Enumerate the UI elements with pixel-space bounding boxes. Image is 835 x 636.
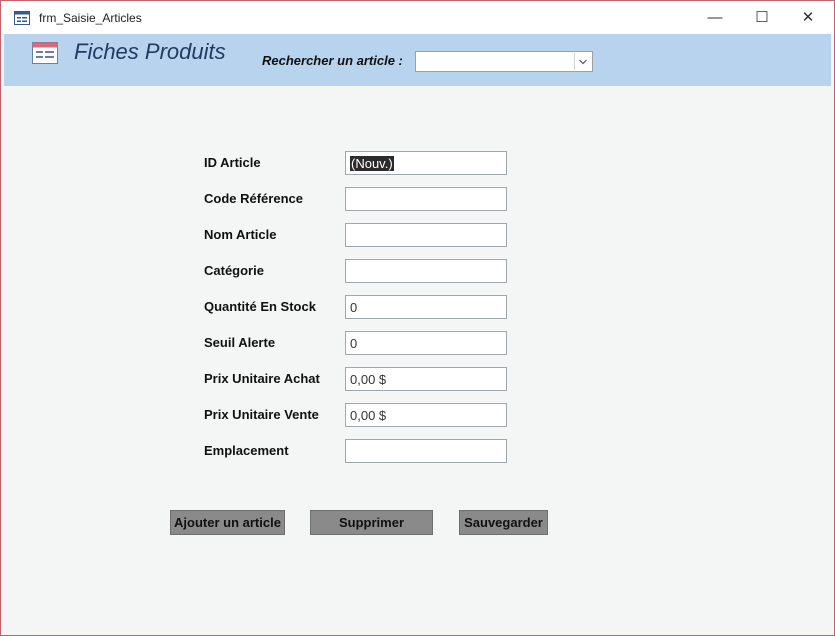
chevron-down-icon <box>579 59 587 65</box>
title-bar: frm_Saisie_Articles — ☐ ✕ <box>1 1 834 34</box>
label-quantite-stock: Quantité En Stock <box>204 299 316 314</box>
label-prix-achat: Prix Unitaire Achat <box>204 371 320 386</box>
label-seuil-alerte: Seuil Alerte <box>204 335 276 350</box>
form-title: Fiches Produits <box>74 39 226 64</box>
code-reference-field[interactable] <box>345 187 507 211</box>
window-title: frm_Saisie_Articles <box>39 11 142 25</box>
label-id-article: ID Article <box>204 155 261 170</box>
prix-achat-field[interactable]: 0,00 $ <box>345 367 507 391</box>
close-button[interactable]: ✕ <box>785 1 831 34</box>
form-icon <box>32 42 58 64</box>
id-article-value: (Nouv.) <box>350 156 394 171</box>
minimize-button[interactable]: — <box>692 1 738 34</box>
save-button[interactable]: Sauvegarder <box>459 510 548 535</box>
search-label: Rechercher un article : <box>262 53 403 68</box>
maximize-button[interactable]: ☐ <box>739 1 785 34</box>
seuil-alerte-field[interactable]: 0 <box>345 331 507 355</box>
prix-vente-field[interactable]: 0,00 $ <box>345 403 507 427</box>
access-form-window: frm_Saisie_Articles — ☐ ✕ Fiches Produit… <box>0 0 835 636</box>
label-nom-article: Nom Article <box>204 227 277 242</box>
delete-button[interactable]: Supprimer <box>310 510 433 535</box>
add-article-button[interactable]: Ajouter un article <box>170 510 285 535</box>
emplacement-field[interactable] <box>345 439 507 463</box>
nom-article-field[interactable] <box>345 223 507 247</box>
categorie-field[interactable] <box>345 259 507 283</box>
label-code-reference: Code Référence <box>204 191 303 206</box>
id-article-field[interactable]: (Nouv.) <box>345 151 507 175</box>
form-icon <box>14 11 30 25</box>
quantite-stock-field[interactable]: 0 <box>345 295 507 319</box>
label-categorie: Catégorie <box>204 263 264 278</box>
label-prix-vente: Prix Unitaire Vente <box>204 407 319 422</box>
combo-dropdown-button[interactable] <box>574 53 591 70</box>
label-emplacement: Emplacement <box>204 443 289 458</box>
search-combobox[interactable] <box>415 51 593 72</box>
